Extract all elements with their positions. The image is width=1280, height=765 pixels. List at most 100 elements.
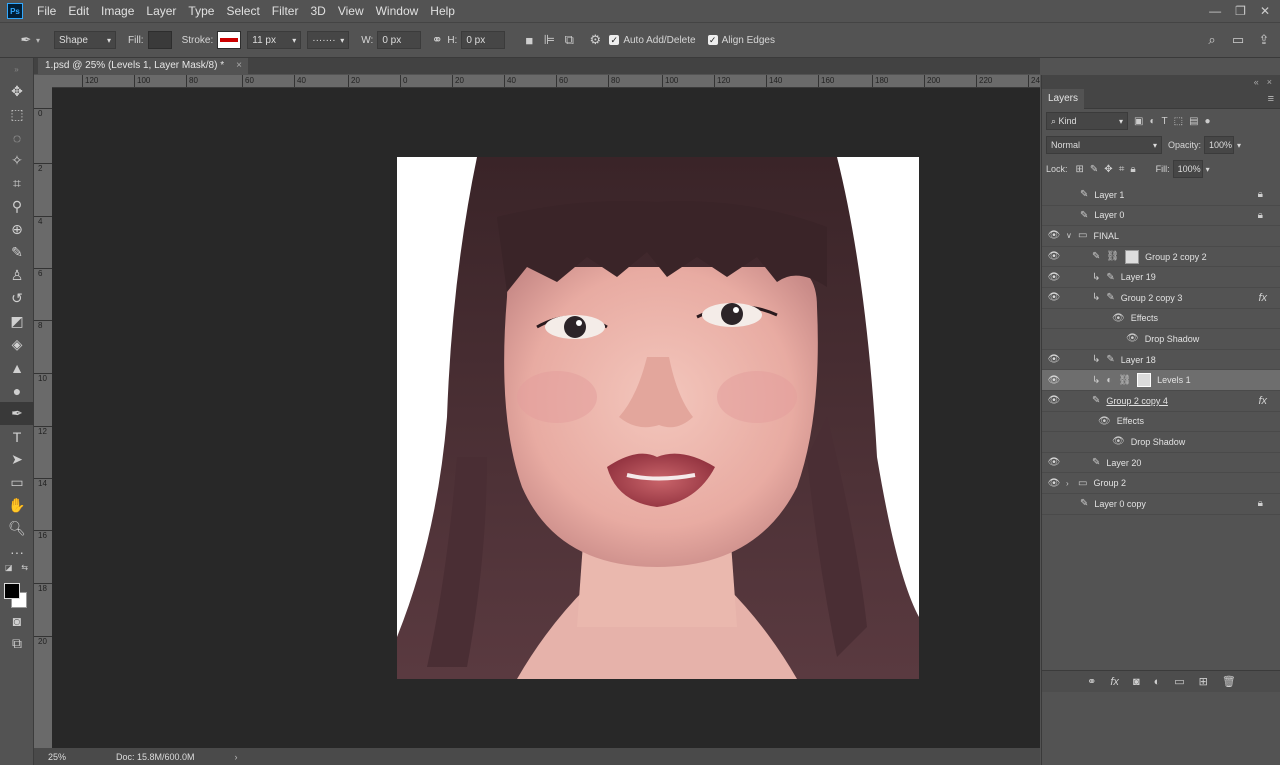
filter-smart-object-icon[interactable]: ▤ xyxy=(1189,116,1198,127)
lock-image-icon[interactable]: ✎ xyxy=(1090,164,1098,175)
lock-all-icon[interactable]: 🔒︎ xyxy=(1130,164,1135,175)
chevron-down-icon[interactable]: ▾ xyxy=(1237,141,1241,150)
lock-artboard-icon[interactable]: ⌗ xyxy=(1119,164,1125,175)
layer-row[interactable]: 👁︎ ↳ ✎ Layer 19 xyxy=(1042,267,1280,288)
workspace-icon[interactable]: ▭ xyxy=(1228,32,1248,48)
gear-icon[interactable]: ⚙ xyxy=(585,32,605,48)
visibility-toggle-icon[interactable]: 👁︎ xyxy=(1042,457,1066,468)
align-edges-checkbox[interactable]: ✓ Align Edges xyxy=(707,35,775,46)
layer-mask-thumbnail[interactable] xyxy=(1137,373,1152,388)
fill-swatch[interactable] xyxy=(147,31,172,49)
filter-adjustment-icon[interactable]: ◐ xyxy=(1149,116,1155,127)
filter-toggle-icon[interactable]: ● xyxy=(1205,116,1211,127)
layer-row-selected[interactable]: 👁︎ ↳ ◐ ⛓︎ Levels 1 xyxy=(1042,370,1280,391)
move-tool-icon[interactable]: ✥ xyxy=(0,80,34,103)
screen-mode-icon[interactable]: ⧉ xyxy=(0,632,34,655)
filter-shape-icon[interactable]: ⬚ xyxy=(1174,116,1183,127)
history-brush-tool-icon[interactable]: ↺ xyxy=(0,287,34,310)
magic-wand-tool-icon[interactable]: ✧ xyxy=(0,149,34,172)
layer-group-row[interactable]: 👁︎ ∨ ▭ FINAL xyxy=(1042,226,1280,247)
search-icon[interactable]: ⌕ xyxy=(1202,32,1222,48)
layer-row[interactable]: 👁︎ ✎ Group 2 copy 4 fx xyxy=(1042,391,1280,412)
rectangle-tool-icon[interactable]: ▭ xyxy=(0,471,34,494)
add-mask-icon[interactable]: ◙ xyxy=(1133,676,1140,688)
link-layers-icon[interactable]: ⚭ xyxy=(1087,675,1096,688)
menu-image[interactable]: Image xyxy=(95,0,140,22)
stroke-swatch[interactable] xyxy=(217,31,242,49)
visibility-toggle-icon[interactable]: 👁︎ xyxy=(1042,478,1066,489)
visibility-toggle-icon[interactable]: 👁︎ xyxy=(1042,230,1066,241)
menu-type[interactable]: Type xyxy=(182,0,220,22)
close-tab-icon[interactable]: × xyxy=(236,58,242,74)
filter-kind-dropdown[interactable]: ⌕ Kind ▾ xyxy=(1046,112,1128,130)
panel-menu-icon[interactable]: ≡ xyxy=(1268,93,1280,105)
visibility-toggle-icon[interactable]: ◉ xyxy=(1042,189,1066,200)
layer-row[interactable]: 👁︎ ↳ ✎ Layer 18 xyxy=(1042,350,1280,371)
auto-add-delete-checkbox[interactable]: ✓ Auto Add/Delete xyxy=(609,35,696,46)
foreground-color-swatch[interactable] xyxy=(4,583,20,599)
fx-icon[interactable]: fx xyxy=(1258,292,1267,304)
tool-preset-picker[interactable]: ✒ ▾ xyxy=(16,32,40,48)
lasso-tool-icon[interactable]: ◌ xyxy=(0,126,34,149)
layers-panel-title[interactable]: Layers xyxy=(1042,88,1085,109)
eyedropper-tool-icon[interactable]: ⚲ xyxy=(0,195,34,218)
blend-mode-dropdown[interactable]: Normal ▾ xyxy=(1046,136,1162,154)
collapse-panel-icon[interactable]: « xyxy=(1254,77,1259,87)
restore-icon[interactable]: ❐ xyxy=(1235,4,1246,18)
collapse-chevron-icon[interactable]: › xyxy=(1066,479,1078,488)
layer-row[interactable]: ◉ ✎ Layer 1 🔒︎ xyxy=(1042,185,1280,206)
eye-icon[interactable]: 👁︎ xyxy=(1126,333,1139,344)
quick-mask-icon[interactable]: ◙ xyxy=(0,609,34,632)
hand-tool-icon[interactable]: ✋ xyxy=(0,494,34,517)
crop-tool-icon[interactable]: ⌗ xyxy=(0,172,34,195)
dodge-tool-icon[interactable]: ● xyxy=(0,379,34,402)
height-field[interactable]: 0 px xyxy=(461,31,506,49)
collapse-icon[interactable]: » xyxy=(0,58,33,80)
menu-file[interactable]: File xyxy=(31,0,62,22)
swap-colors-icon[interactable]: ⇆ xyxy=(21,563,28,581)
healing-brush-tool-icon[interactable]: ⊕ xyxy=(0,218,34,241)
new-group-icon[interactable]: ▭ xyxy=(1174,675,1184,688)
expand-chevron-icon[interactable]: ∨ xyxy=(1066,231,1078,240)
visibility-toggle-icon[interactable]: 👁︎ xyxy=(1042,354,1066,365)
eye-icon[interactable]: 👁︎ xyxy=(1112,313,1125,324)
path-arrangement-icon[interactable]: ⧉ xyxy=(559,32,579,48)
status-menu-arrow-icon[interactable]: › xyxy=(235,752,238,762)
type-tool-icon[interactable]: T xyxy=(0,425,34,448)
eye-icon[interactable]: 👁︎ xyxy=(1098,416,1111,427)
layer-row[interactable]: ◉ ✎ Layer 0 copy 🔒︎ xyxy=(1042,494,1280,515)
stroke-width-field[interactable]: 11 px ▾ xyxy=(247,31,302,49)
more-tools-icon[interactable]: ··· xyxy=(0,540,34,563)
path-alignment-icon[interactable]: ⊫ xyxy=(539,32,559,48)
link-icon[interactable]: ⚭ xyxy=(427,32,447,48)
visibility-toggle-icon[interactable]: 👁︎ xyxy=(1042,292,1066,303)
menu-help[interactable]: Help xyxy=(424,0,461,22)
delete-layer-icon[interactable]: 🗑︎ xyxy=(1222,675,1236,688)
marquee-tool-icon[interactable]: ⬚ xyxy=(0,103,34,126)
eraser-tool-icon[interactable]: ◩ xyxy=(0,310,34,333)
fx-icon[interactable]: fx xyxy=(1258,395,1267,407)
share-icon[interactable]: ⇪ xyxy=(1254,32,1274,48)
visibility-toggle-icon[interactable]: ◉ xyxy=(1042,210,1066,221)
new-layer-icon[interactable]: ⊞ xyxy=(1199,675,1208,688)
stroke-type-dropdown[interactable]: ······· ▾ xyxy=(307,31,350,49)
artwork-portrait[interactable] xyxy=(397,157,919,679)
close-panel-icon[interactable]: × xyxy=(1267,77,1272,87)
layer-mask-thumbnail[interactable] xyxy=(1125,249,1140,264)
path-operations-icon[interactable]: ■ xyxy=(519,33,539,48)
canvas-area[interactable] xyxy=(52,88,1040,748)
visibility-toggle-icon[interactable]: 👁︎ xyxy=(1042,251,1066,262)
layer-row[interactable]: 👁︎ ↳ ✎ Group 2 copy 3 fx xyxy=(1042,288,1280,309)
menu-layer[interactable]: Layer xyxy=(140,0,182,22)
zoom-level[interactable]: 25% xyxy=(48,752,108,762)
minimize-icon[interactable]: — xyxy=(1209,4,1221,18)
pen-tool-icon[interactable]: ✒ xyxy=(0,402,34,425)
menu-edit[interactable]: Edit xyxy=(62,0,95,22)
add-layer-style-icon[interactable]: fx xyxy=(1110,676,1119,688)
width-field[interactable]: 0 px xyxy=(377,31,422,49)
path-selection-tool-icon[interactable]: ➤ xyxy=(0,448,34,471)
layer-row[interactable]: ◉ ✎ Layer 0 🔒︎ xyxy=(1042,206,1280,227)
menu-3d[interactable]: 3D xyxy=(304,0,331,22)
visibility-toggle-icon[interactable]: ◉ xyxy=(1042,498,1066,509)
document-tab[interactable]: 1.psd @ 25% (Levels 1, Layer Mask/8) * × xyxy=(38,58,248,74)
